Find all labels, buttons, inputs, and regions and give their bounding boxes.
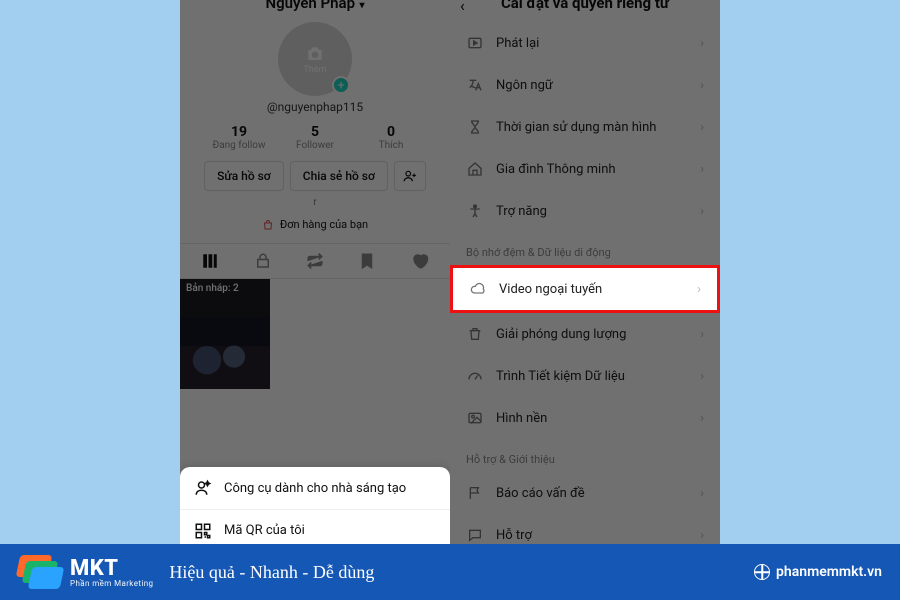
profile-actions: Sửa hồ sơ Chia sẻ hồ sơ — [180, 161, 450, 191]
add-friend-icon — [403, 169, 417, 183]
tab-saved[interactable] — [349, 252, 385, 270]
qr-icon — [194, 522, 212, 540]
avatar-label: Thêm — [304, 65, 327, 75]
add-friend-button[interactable] — [394, 161, 426, 191]
brand-name: MKT — [70, 556, 119, 581]
section-support-title: Hỗ trợ & Giới thiệu — [450, 439, 720, 472]
setting-playback[interactable]: Phát lại › — [450, 22, 720, 64]
settings-header: ‹ Cài đặt và quyền riêng tư — [450, 0, 720, 8]
accessibility-icon — [467, 203, 483, 219]
setting-label: Phát lại — [496, 36, 539, 51]
setting-label: Báo cáo vấn đề — [496, 486, 585, 501]
tab-locked[interactable] — [245, 252, 281, 270]
draft-tile[interactable]: Bản nháp: 2 — [180, 279, 270, 389]
lang-icon — [467, 77, 483, 93]
flag-icon — [467, 485, 483, 501]
chevron-right-icon: › — [700, 486, 704, 501]
tab-reposts[interactable] — [297, 252, 333, 270]
meter-icon — [467, 368, 483, 384]
setting-label: Trợ năng — [496, 204, 547, 219]
grid-icon — [201, 252, 219, 270]
brand-tagline: Hiệu quả - Nhanh - Dễ dùng — [169, 562, 374, 583]
camera-icon — [303, 44, 327, 64]
lock-tab-icon — [254, 252, 272, 270]
chevron-right-icon: › — [700, 36, 704, 51]
chevron-right-icon: › — [700, 411, 704, 426]
draft-thumbnail — [180, 317, 270, 389]
brand-logo: MKT Phần mềm Marketing — [18, 555, 153, 589]
draft-label: Bản nháp: 2 — [186, 283, 239, 294]
avatar-wrap[interactable]: Thêm + — [278, 22, 352, 96]
bookmark-icon — [358, 252, 376, 270]
sheet-qr-label: Mã QR của tôi — [224, 523, 305, 538]
creator-icon — [194, 479, 212, 497]
tab-liked[interactable] — [402, 252, 438, 270]
brand-site-link[interactable]: phanmemmkt.vn — [754, 564, 882, 580]
footer-banner: MKT Phần mềm Marketing Hiệu quả - Nhanh … — [0, 544, 900, 600]
stat-following[interactable]: 19 Đang follow — [201, 124, 277, 151]
sheet-creator-label: Công cụ dành cho nhà sáng tạo — [224, 481, 406, 496]
profile-header: Nguyễn Pháp ▾ — [180, 0, 450, 8]
tab-grid[interactable] — [192, 252, 228, 270]
phone-settings: ‹ Cài đặt và quyền riêng tư Phát lại › N… — [450, 0, 720, 600]
play-icon — [467, 35, 483, 51]
bio-text: r — [180, 197, 450, 208]
bag-icon — [262, 219, 274, 231]
phone-profile: Nguyễn Pháp ▾ Thêm + @nguyenphap115 19 Đ… — [180, 0, 450, 600]
image-icon — [467, 410, 483, 426]
edit-profile-button[interactable]: Sửa hồ sơ — [204, 161, 284, 191]
section-cache-title: Bộ nhớ đệm & Dữ liệu di động — [450, 232, 720, 265]
chevron-right-icon: › — [700, 204, 704, 219]
setting-wallpaper[interactable]: Hình nền › — [450, 397, 720, 439]
stats-row: 19 Đang follow 5 Follower 0 Thích — [180, 124, 450, 151]
brand-mark-icon — [18, 555, 62, 589]
setting-label: Hỗ trợ — [496, 528, 532, 543]
chevron-right-icon: › — [700, 162, 704, 177]
chevron-right-icon: › — [700, 78, 704, 93]
profile-title[interactable]: Nguyễn Pháp ▾ — [180, 0, 450, 12]
chat-icon — [467, 527, 483, 543]
setting-language[interactable]: Ngôn ngữ › — [450, 64, 720, 106]
your-orders-link[interactable]: Đơn hàng của bạn — [180, 218, 450, 231]
setting-screentime[interactable]: Thời gian sử dụng màn hình › — [450, 106, 720, 148]
repost-icon — [306, 252, 324, 270]
heart-icon — [411, 252, 429, 270]
brand-site-text: phanmemmkt.vn — [776, 564, 882, 580]
setting-offline-videos[interactable]: Video ngoại tuyến › — [450, 265, 720, 313]
share-profile-button[interactable]: Chia sẻ hồ sơ — [290, 161, 388, 191]
cloud-icon — [470, 281, 486, 297]
chevron-right-icon: › — [697, 282, 701, 297]
profile-tabs — [180, 243, 450, 279]
trash-icon — [467, 326, 483, 342]
home-icon — [467, 161, 483, 177]
settings-title: Cài đặt và quyền riêng tư — [450, 0, 720, 12]
stat-followers[interactable]: 5 Follower — [277, 124, 353, 151]
setting-label: Hình nền — [496, 411, 547, 426]
setting-label: Trình Tiết kiệm Dữ liệu — [496, 369, 625, 384]
stat-likes[interactable]: 0 Thích — [353, 124, 429, 151]
setting-report[interactable]: Báo cáo vấn đề › — [450, 472, 720, 514]
hourglass-icon — [467, 119, 483, 135]
avatar-add-icon[interactable]: + — [332, 76, 350, 94]
chevron-right-icon: › — [700, 528, 704, 543]
brand-subtitle: Phần mềm Marketing — [70, 579, 153, 588]
phones-container: Nguyễn Pháp ▾ Thêm + @nguyenphap115 19 Đ… — [180, 0, 720, 600]
setting-free-storage[interactable]: Giải phóng dung lượng › — [450, 313, 720, 355]
chevron-right-icon: › — [700, 327, 704, 342]
setting-label: Gia đình Thông minh — [496, 162, 616, 177]
chevron-right-icon: › — [700, 120, 704, 135]
globe-icon — [754, 564, 770, 580]
setting-label: Giải phóng dung lượng — [496, 327, 626, 342]
setting-data-saver[interactable]: Trình Tiết kiệm Dữ liệu › — [450, 355, 720, 397]
setting-label: Ngôn ngữ — [496, 78, 553, 93]
chevron-right-icon: › — [700, 369, 704, 384]
handle: @nguyenphap115 — [180, 100, 450, 114]
sheet-creator-tools[interactable]: Công cụ dành cho nhà sáng tạo — [180, 467, 450, 509]
setting-label: Video ngoại tuyến — [499, 282, 602, 297]
setting-family[interactable]: Gia đình Thông minh › — [450, 148, 720, 190]
setting-accessibility[interactable]: Trợ năng › — [450, 190, 720, 232]
setting-label: Thời gian sử dụng màn hình — [496, 120, 656, 135]
